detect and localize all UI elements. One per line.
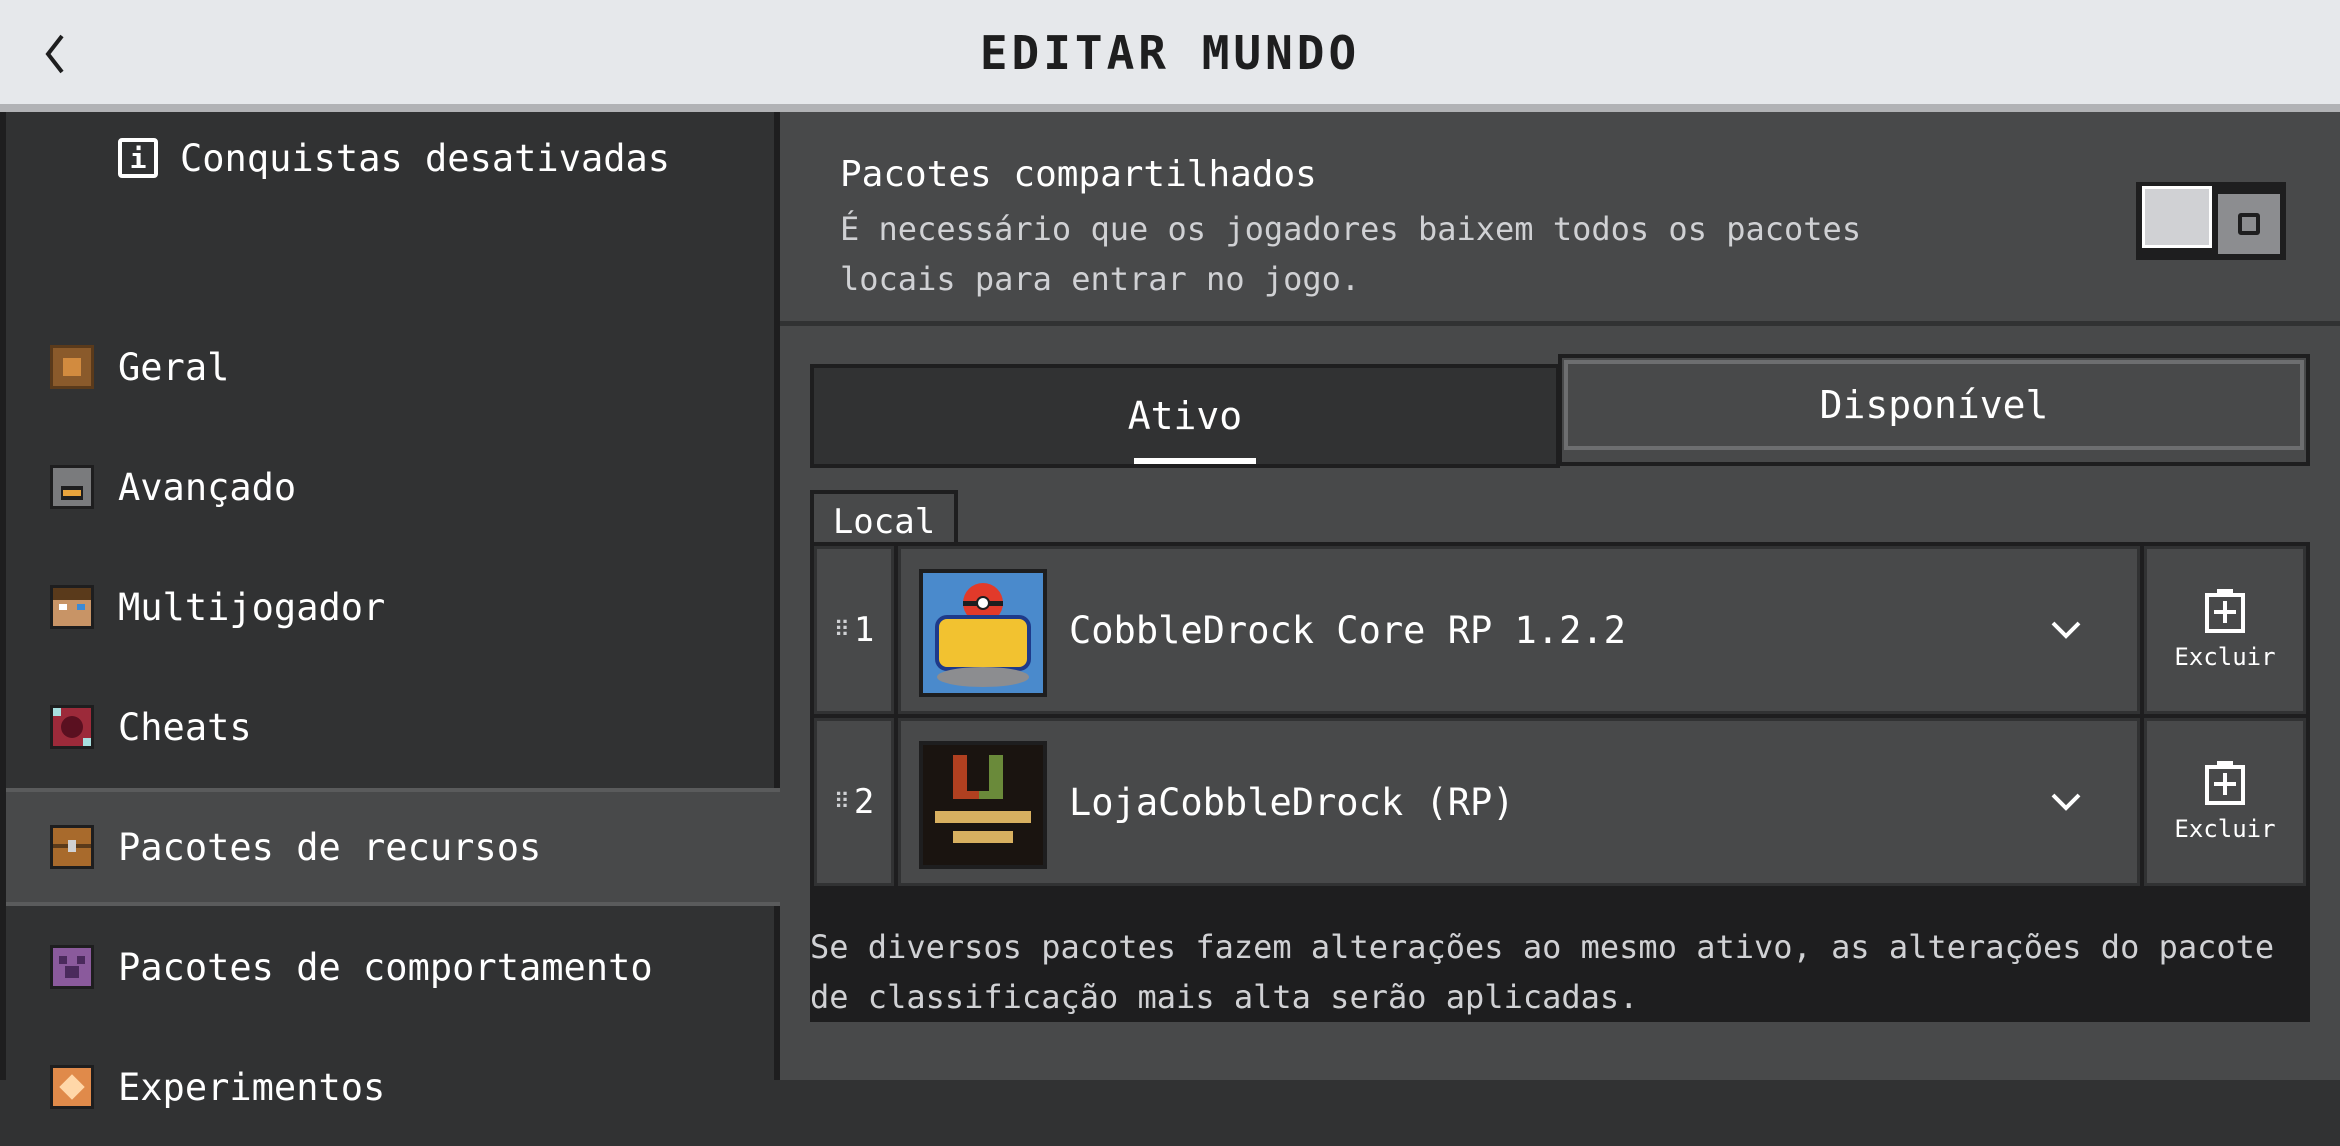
sidebar-item-label: Pacotes de recursos [118, 825, 542, 869]
active-tab-indicator [1134, 458, 1256, 464]
delete-pack-button[interactable]: Excluir [2144, 546, 2306, 714]
creeper-icon [50, 945, 94, 989]
sidebar-item-experimentos[interactable]: Experimentos [6, 1028, 780, 1146]
pack-rank-handle[interactable]: ⠿ 2 [814, 718, 894, 886]
chest-icon [50, 825, 94, 869]
expand-pack-button[interactable] [2041, 777, 2091, 827]
sidebar-item-label: Avançado [118, 465, 297, 509]
toggle-knob [2142, 186, 2212, 248]
sidebar-item-pacotes-de-comportamento[interactable]: Pacotes de comportamento [6, 908, 780, 1026]
achievements-disabled-notice: i Conquistas desativadas [118, 124, 670, 192]
toggle-off-indicator-icon [2238, 213, 2260, 235]
furnace-icon [50, 465, 94, 509]
command-block-icon [50, 705, 94, 749]
pack-rank-handle[interactable]: ⠿ 1 [814, 546, 894, 714]
sidebar-item-pacotes-de-recursos[interactable]: Pacotes de recursos [6, 788, 780, 906]
sidebar-item-cheats[interactable]: Cheats [6, 668, 780, 786]
delete-label: Excluir [2174, 815, 2276, 843]
experiment-icon [50, 1065, 94, 1109]
shared-packs-setting: Pacotes compartilhados É necessário que … [780, 112, 2340, 326]
chevron-down-icon [2051, 621, 2081, 639]
pack-priority-note: Se diversos pacotes fazem alterações ao … [810, 928, 2275, 1016]
player-head-icon [50, 585, 94, 629]
info-icon: i [118, 138, 158, 178]
drag-handle-icon: ⠿ [833, 789, 850, 815]
top-bar: EDITAR MUNDO [0, 0, 2340, 112]
list-item: ⠿ 2 LojaCobbleDrock (RP) Excluir [814, 718, 2306, 886]
drag-handle-icon: ⠿ [833, 617, 850, 643]
pack-rank-number: 2 [853, 782, 875, 822]
chevron-down-icon [2051, 793, 2081, 811]
expand-pack-button[interactable] [2041, 605, 2091, 655]
toggle-track [2218, 194, 2280, 254]
tab-button-face: Disponível [1564, 360, 2304, 450]
sidebar-item-label: Pacotes de comportamento [118, 945, 653, 989]
delete-icon [2205, 589, 2245, 633]
pack-rank-number: 1 [853, 610, 875, 650]
sidebar-item-avancado[interactable]: Avançado [6, 428, 780, 546]
pack-tabs: Ativo Disponível [810, 354, 2310, 468]
lojacobbledrock-logo-icon [923, 745, 1043, 865]
delete-icon [2205, 761, 2245, 805]
gear-block-icon [50, 345, 94, 389]
pack-name: LojaCobbleDrock (RP) [1069, 780, 1515, 824]
cobbledrock-logo-icon [923, 573, 1043, 693]
tab-label: Ativo [1127, 394, 1243, 438]
sidebar-item-geral[interactable]: Geral [6, 308, 780, 426]
shared-packs-description: É necessário que os jogadores baixem tod… [840, 210, 1862, 298]
sidebar-item-label: Geral [118, 345, 230, 389]
pack-entry[interactable]: LojaCobbleDrock (RP) [898, 718, 2140, 886]
local-section-tab: Local [810, 490, 958, 550]
sidebar: i Conquistas desativadas Geral Avançado … [0, 112, 780, 1109]
tab-disponivel[interactable]: Disponível [1558, 354, 2310, 466]
list-item: ⠿ 1 CobbleDrock Core RP 1.2.2 Excluir [814, 546, 2306, 714]
pack-entry[interactable]: CobbleDrock Core RP 1.2.2 [898, 546, 2140, 714]
achievements-disabled-label: Conquistas desativadas [180, 136, 671, 180]
pack-thumbnail [919, 569, 1047, 697]
shared-packs-toggle[interactable] [2136, 182, 2286, 260]
page-title: EDITAR MUNDO [979, 26, 1361, 80]
sidebar-item-label: Multijogador [118, 585, 386, 629]
local-section-label: Local [832, 502, 936, 542]
sidebar-item-label: Cheats [118, 705, 252, 749]
sidebar-item-multijogador[interactable]: Multijogador [6, 548, 780, 666]
shared-packs-title: Pacotes compartilhados [840, 154, 1317, 195]
tab-ativo[interactable]: Ativo [810, 364, 1560, 468]
pack-name: CobbleDrock Core RP 1.2.2 [1069, 608, 1626, 652]
pack-thumbnail [919, 741, 1047, 869]
resource-packs-panel: Pacotes compartilhados É necessário que … [780, 112, 2340, 1080]
sidebar-item-label: Experimentos [118, 1065, 386, 1109]
delete-label: Excluir [2174, 643, 2276, 671]
tab-label: Disponível [1819, 383, 2049, 427]
delete-pack-button[interactable]: Excluir [2144, 718, 2306, 886]
